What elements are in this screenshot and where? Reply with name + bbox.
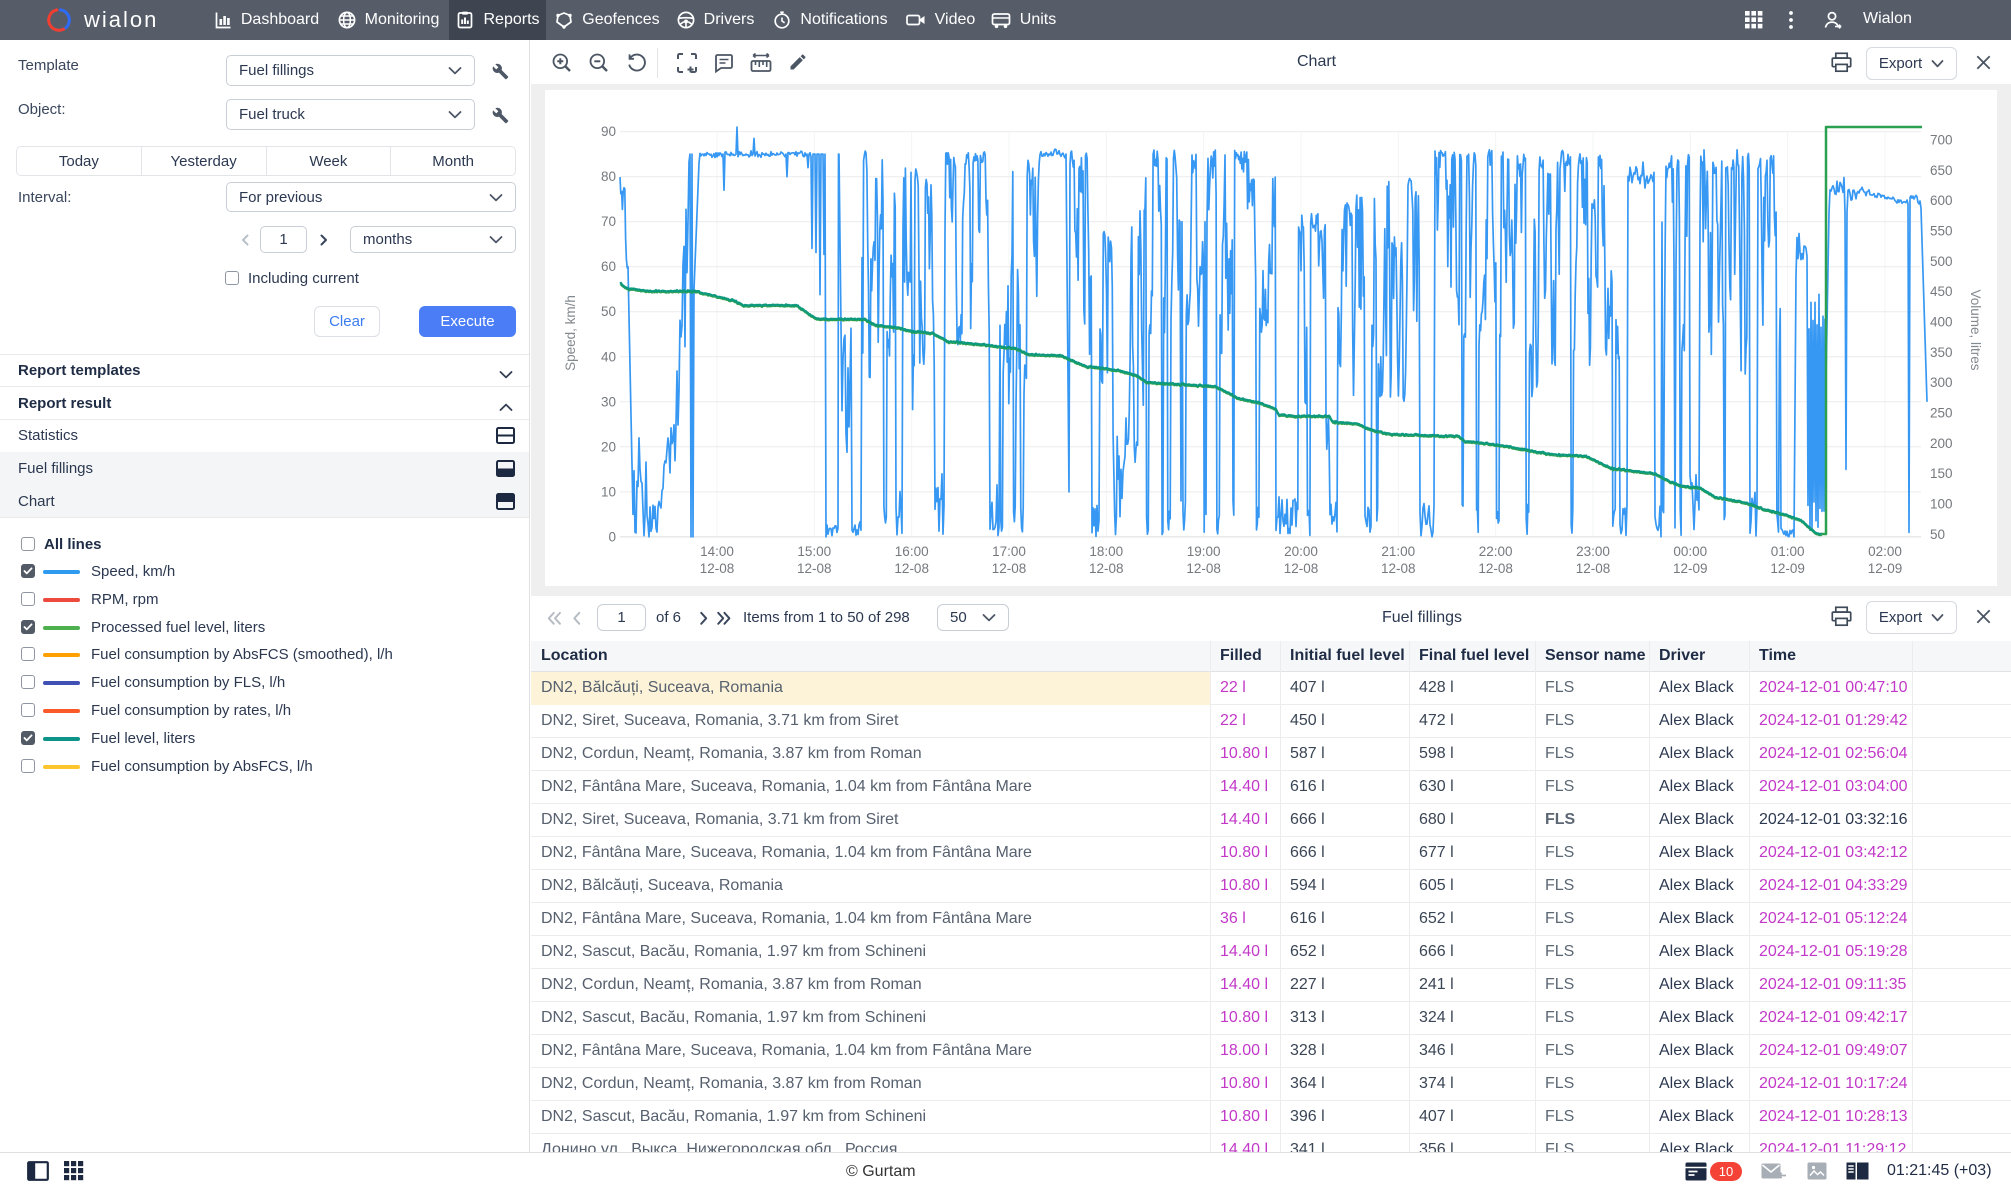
svg-text:23:00: 23:00 [1576, 544, 1610, 559]
svg-text:12-09: 12-09 [1770, 561, 1805, 576]
svg-text:Speed, km/h: Speed, km/h [563, 295, 578, 371]
svg-text:Volume, litres: Volume, litres [1968, 289, 1983, 370]
svg-text:450: 450 [1930, 284, 1953, 299]
svg-text:200: 200 [1930, 436, 1953, 451]
svg-text:02:00: 02:00 [1868, 544, 1902, 559]
svg-text:350: 350 [1930, 345, 1953, 360]
svg-text:15:00: 15:00 [797, 544, 831, 559]
svg-text:12-08: 12-08 [1381, 561, 1416, 576]
svg-text:12-08: 12-08 [1284, 561, 1319, 576]
svg-text:90: 90 [601, 124, 616, 139]
svg-text:19:00: 19:00 [1187, 544, 1221, 559]
svg-text:16:00: 16:00 [895, 544, 929, 559]
svg-text:600: 600 [1930, 193, 1953, 208]
svg-text:80: 80 [601, 169, 616, 184]
svg-text:650: 650 [1930, 163, 1953, 178]
svg-text:70: 70 [601, 214, 616, 229]
svg-text:60: 60 [601, 259, 616, 274]
svg-text:100: 100 [1930, 497, 1953, 512]
svg-text:12-08: 12-08 [992, 561, 1027, 576]
svg-text:01:00: 01:00 [1771, 544, 1805, 559]
svg-text:250: 250 [1930, 406, 1953, 421]
svg-text:0: 0 [608, 529, 616, 544]
svg-text:40: 40 [601, 349, 616, 364]
svg-text:12-09: 12-09 [1673, 561, 1708, 576]
svg-text:18:00: 18:00 [1089, 544, 1123, 559]
svg-text:12-08: 12-08 [1576, 561, 1611, 576]
svg-text:550: 550 [1930, 224, 1953, 239]
svg-text:14:00: 14:00 [700, 544, 734, 559]
svg-text:22:00: 22:00 [1479, 544, 1513, 559]
svg-text:10: 10 [601, 484, 616, 499]
svg-text:12-08: 12-08 [1089, 561, 1124, 576]
svg-text:12-08: 12-08 [1478, 561, 1513, 576]
svg-text:12-08: 12-08 [700, 561, 735, 576]
svg-text:700: 700 [1930, 133, 1953, 148]
svg-text:150: 150 [1930, 466, 1953, 481]
svg-text:500: 500 [1930, 254, 1953, 269]
svg-text:20: 20 [601, 439, 616, 454]
svg-text:12-08: 12-08 [797, 561, 832, 576]
svg-text:21:00: 21:00 [1381, 544, 1415, 559]
svg-text:17:00: 17:00 [992, 544, 1026, 559]
svg-text:12-08: 12-08 [1186, 561, 1221, 576]
svg-text:00:00: 00:00 [1673, 544, 1707, 559]
svg-text:300: 300 [1930, 375, 1953, 390]
svg-text:400: 400 [1930, 315, 1953, 330]
svg-text:12-08: 12-08 [894, 561, 929, 576]
svg-text:50: 50 [1930, 527, 1945, 542]
svg-text:12-09: 12-09 [1868, 561, 1903, 576]
svg-text:30: 30 [601, 394, 616, 409]
svg-text:50: 50 [601, 304, 616, 319]
svg-text:20:00: 20:00 [1284, 544, 1318, 559]
